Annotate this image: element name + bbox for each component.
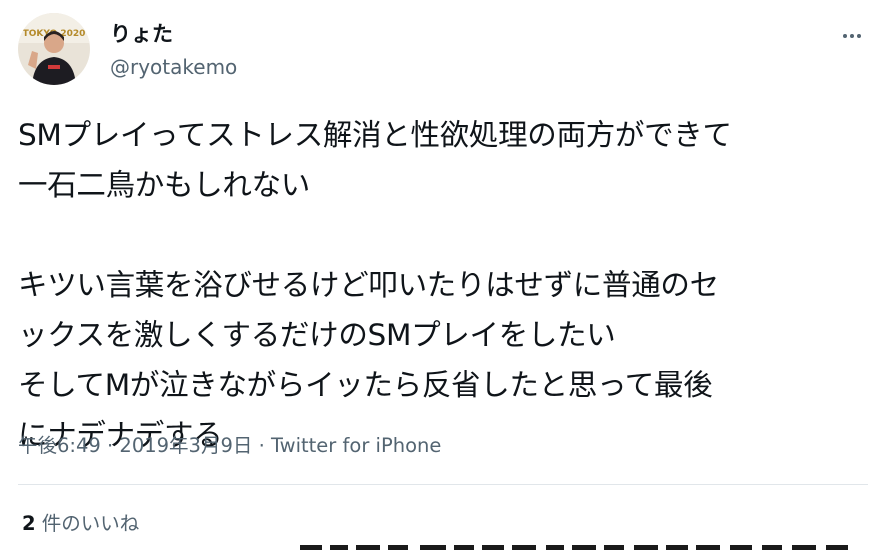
tweet-text-line: 一石二鳥かもしれない — [18, 168, 311, 202]
tweet-text-line — [18, 210, 868, 260]
avatar[interactable]: TOKYO 2020 — [18, 13, 90, 85]
more-horizontal-icon — [843, 34, 861, 38]
tweet-text-line: キツい言葉を浴びせるけど叩いたりはせずに普通のセ — [18, 268, 719, 302]
tweet-time[interactable]: 午後6:49 — [18, 434, 101, 457]
meta-separator: · — [258, 434, 265, 457]
like-label: 件のいいね — [41, 512, 140, 535]
tweet-source[interactable]: Twitter for iPhone — [271, 434, 441, 457]
tweet-text-line: そしてMが泣きながらイッたら反省したと思って最後 — [18, 368, 713, 402]
display-name[interactable]: りょた — [110, 19, 173, 49]
likes-link[interactable]: 2 件のいいね — [22, 508, 139, 540]
like-count: 2 — [22, 512, 36, 535]
more-button[interactable] — [834, 18, 870, 54]
divider — [18, 484, 868, 485]
tweet-date[interactable]: 2019年3月9日 — [119, 434, 252, 457]
tweet-metadata: 午後6:49 · 2019年3月9日 · Twitter for iPhone — [18, 429, 441, 463]
meta-separator: · — [107, 434, 114, 457]
tweet-text-line: SMプレイってストレス解消と性欲処理の両方ができて — [18, 118, 732, 152]
user-handle[interactable]: @ryotakemo — [110, 53, 237, 81]
avatar-photo: TOKYO 2020 — [18, 13, 90, 85]
tweet-text: SMプレイってストレス解消と性欲処理の両方ができて 一石二鳥かもしれない キツい… — [18, 110, 868, 460]
tweet-text-line: ックスを激しくするだけのSMプレイをしたい — [18, 318, 616, 352]
tweet-detail: TOKYO 2020 りょた @ryotakemo SMプレイってストレス解消と… — [0, 0, 882, 550]
cropped-text-strip — [300, 545, 848, 550]
